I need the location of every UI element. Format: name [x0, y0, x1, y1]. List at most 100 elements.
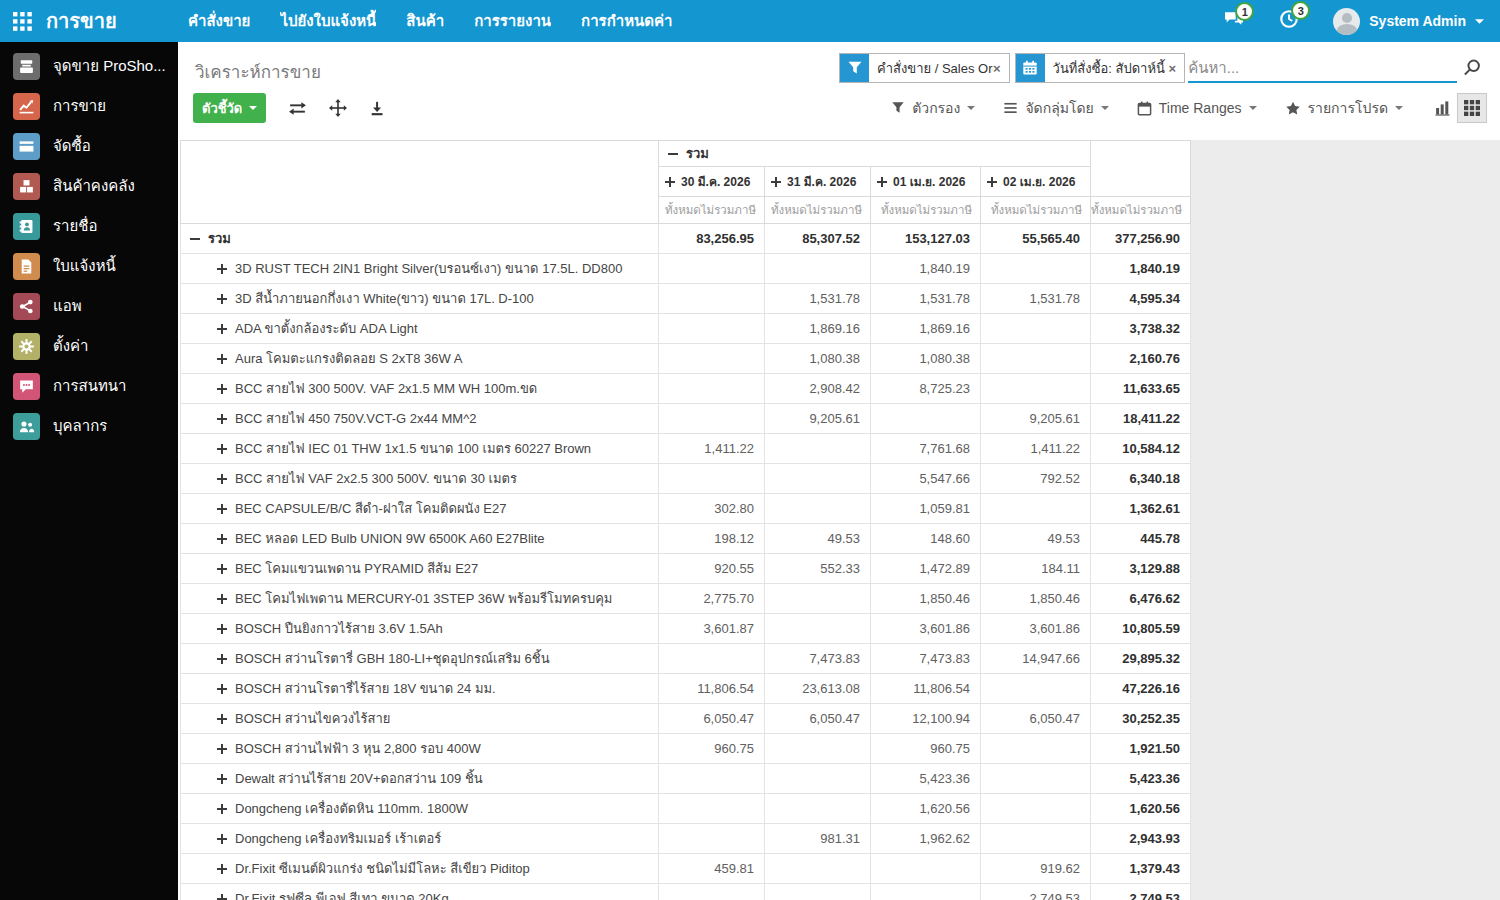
search-input[interactable]: [1188, 59, 1457, 76]
pivot-value-cell: 148.60: [871, 524, 981, 554]
flip-axis-icon[interactable]: [288, 101, 307, 116]
sidebar-item[interactable]: รายชื่อ: [0, 206, 178, 246]
favorites-dropdown[interactable]: รายการโปรด: [1285, 97, 1403, 119]
pivot-row-header[interactable]: Dongcheng เครื่องตัดหิน 110mm. 1800W: [181, 794, 659, 824]
pivot-value-cell: [981, 254, 1091, 284]
sidebar-item[interactable]: ใบแจ้งหนี้: [0, 246, 178, 286]
pivot-row-header[interactable]: BOSCH สว่านไขควงไร้สาย: [181, 704, 659, 734]
calendar-icon: [1016, 54, 1045, 82]
user-menu[interactable]: System Admin: [1333, 8, 1484, 35]
pivot-row-header[interactable]: BEC โคมแขวนเพดาน PYRAMID สีส้ม E27: [181, 554, 659, 584]
messages-button[interactable]: 1: [1223, 10, 1245, 32]
pivot-row-header[interactable]: Dewalt สว่านไร้สาย 20V+ดอกสว่าน 109 ชิ้น: [181, 764, 659, 794]
pivot-row-header-total[interactable]: รวม: [181, 224, 659, 254]
pivot-row-header[interactable]: BCC สายไฟ 450 750V.VCT-G 2x44 MM^2: [181, 404, 659, 434]
pivot-measure-header[interactable]: ทั้งหมดไม่รวมภาษี: [1091, 197, 1191, 224]
time-ranges-dropdown[interactable]: Time Ranges: [1137, 100, 1257, 116]
pivot-row-header[interactable]: BCC สายไฟ VAF 2x2.5 300 500V. ขนาด 30 เม…: [181, 464, 659, 494]
graph-view-button[interactable]: [1427, 93, 1457, 123]
download-icon[interactable]: [369, 100, 385, 117]
breadcrumb: วิเคราะห์การขาย: [195, 53, 321, 85]
pivot-value-cell: 981.31: [765, 824, 871, 854]
pivot-measure-header[interactable]: ทั้งหมดไม่รวมภาษี: [659, 197, 765, 224]
pivot-value-cell: [765, 734, 871, 764]
nav-menu-item[interactable]: การรายงาน: [474, 9, 551, 33]
row-label: Dongcheng เครื่องตัดหิน 110mm. 1800W: [235, 801, 468, 816]
pivot-value-cell: 6,340.18: [1091, 464, 1191, 494]
sidebar-item[interactable]: แอพ: [0, 286, 178, 326]
pivot-row-header[interactable]: Dr.Fixit ซีเมนต์ผิวแกร่ง ชนิดไม่มีโลหะ ส…: [181, 854, 659, 884]
pivot-value-cell: 3,738.32: [1091, 314, 1191, 344]
plus-icon: [877, 177, 887, 187]
pivot-column-header[interactable]: 30 มี.ค. 2026: [659, 167, 765, 197]
sidebar-item[interactable]: จัดซื้อ: [0, 126, 178, 166]
sidebar-item-label: จัดซื้อ: [53, 134, 91, 158]
employees-icon: [13, 413, 40, 440]
search-button[interactable]: [1457, 53, 1487, 83]
sidebar-item[interactable]: สินค้าคงคลัง: [0, 166, 178, 206]
sidebar-item[interactable]: ตั้งค่า: [0, 326, 178, 366]
pivot-value-cell: [765, 614, 871, 644]
pivot-row-header[interactable]: Dr.Fixit รูฟซีล พีเอฟ สีเทา ขนาด 20Kg.: [181, 884, 659, 900]
pivot-value-cell: 302.80: [659, 494, 765, 524]
app-title[interactable]: การขาย: [46, 5, 132, 37]
row-label: BOSCH ปืนยิงกาวไร้สาย 3.6V 1.5Ah: [235, 621, 443, 636]
pivot-row-header[interactable]: Aura โคมตะแกรงติดลอย S 2xT8 36W A: [181, 344, 659, 374]
pivot-column-header[interactable]: 01 เม.ย. 2026: [871, 167, 981, 197]
sidebar-item[interactable]: บุคลากร: [0, 406, 178, 446]
pivot-value-cell: 9,205.61: [981, 404, 1091, 434]
pivot-value-cell: [659, 884, 765, 900]
pivot-value-cell: 1,531.78: [871, 284, 981, 314]
pivot-value-cell: 6,050.47: [659, 704, 765, 734]
pivot-row-header[interactable]: BEC CAPSULE/B/C สีดำ-ฝาใส โคมติดผนัง E27: [181, 494, 659, 524]
sidebar-item[interactable]: การขาย: [0, 86, 178, 126]
pivot-row: Dongcheng เครื่องตัดหิน 110mm. 1800W1,62…: [181, 794, 1191, 824]
pivot-measure-header[interactable]: ทั้งหมดไม่รวมภาษี: [765, 197, 871, 224]
pivot-row-header[interactable]: BEC หลอด LED Bulb UNION 9W 6500K A60 E27…: [181, 524, 659, 554]
pivot-row-header[interactable]: Dongcheng เครื่องทริมเมอร์ เร้าเตอร์: [181, 824, 659, 854]
pivot-column-group-header[interactable]: รวม: [659, 141, 1091, 167]
pivot-column-header[interactable]: 31 มี.ค. 2026: [765, 167, 871, 197]
pivot-row-header[interactable]: 3D สีน้ำภายนอกกึ่งเงา White(ขาว) ขนาด 17…: [181, 284, 659, 314]
pivot-value-cell: 377,256.90: [1091, 224, 1191, 254]
filters-dropdown[interactable]: ตัวกรอง: [891, 97, 975, 119]
pivot-view-button[interactable]: [1457, 93, 1487, 123]
pivot-value-cell: 10,584.12: [1091, 434, 1191, 464]
facet-remove-icon[interactable]: ×: [993, 61, 1009, 76]
pivot-row: Dr.Fixit รูฟซีล พีเอฟ สีเทา ขนาด 20Kg.2,…: [181, 884, 1191, 900]
sidebar-item[interactable]: การสนทนา: [0, 366, 178, 406]
pivot-value-cell: 1,840.19: [871, 254, 981, 284]
pivot-row-header[interactable]: 3D RUST TECH 2IN1 Bright Silver(บรอนซ์เง…: [181, 254, 659, 284]
pivot-row-header[interactable]: BOSCH ปืนยิงกาวไร้สาย 3.6V 1.5Ah: [181, 614, 659, 644]
measures-button[interactable]: ตัวชี้วัด: [193, 93, 266, 123]
view-switcher: [1427, 93, 1487, 123]
nav-menu-item[interactable]: การกำหนดค่า: [581, 9, 672, 33]
sidebar-item[interactable]: จุดขาย ProSho...: [0, 46, 178, 86]
pivot-column-header[interactable]: 02 เม.ย. 2026: [981, 167, 1091, 197]
nav-menu-item[interactable]: คำสั่งขาย: [188, 9, 250, 33]
pivot-row-header[interactable]: BCC สายไฟ 300 500V. VAF 2x1.5 MM WH 100m…: [181, 374, 659, 404]
plus-icon: [217, 864, 227, 874]
pivot-value-cell: [981, 824, 1091, 854]
pivot-measure-header[interactable]: ทั้งหมดไม่รวมภาษี: [981, 197, 1091, 224]
expand-all-icon[interactable]: [329, 99, 347, 117]
pivot-row-header[interactable]: BOSCH สว่านโรตารี่ไร้สาย 18V ขนาด 24 มม.: [181, 674, 659, 704]
pivot-row-header[interactable]: BOSCH สว่านโรตารี่ GBH 180-LI+ชุดอุปกรณ์…: [181, 644, 659, 674]
pivot-row-header[interactable]: BCC สายไฟ IEC 01 THW 1x1.5 ขนาด 100 เมตร…: [181, 434, 659, 464]
pivot-row-header[interactable]: ADA ขาตั้งกล้องระดับ ADA Light: [181, 314, 659, 344]
search-facet[interactable]: คำสั่งขาย / Sales Order×: [839, 53, 1010, 83]
search-facet[interactable]: วันที่สั่งซื้อ: สัปดาห์นี้×: [1015, 53, 1186, 83]
pivot-value-cell: [659, 344, 765, 374]
nav-menu-item[interactable]: ไปยังใบแจ้งหนี้: [280, 9, 376, 33]
pivot-row: BOSCH สว่านไฟฟ้า 3 หุน 2,800 รอบ 400W960…: [181, 734, 1191, 764]
pivot-row-header[interactable]: BEC โคมไฟเพดาน MERCURY-01 3STEP 36W พร้อ…: [181, 584, 659, 614]
activities-button[interactable]: 3: [1279, 9, 1299, 33]
facet-remove-icon[interactable]: ×: [1169, 61, 1185, 76]
pivot-value-cell: [659, 284, 765, 314]
pivot-measure-header[interactable]: ทั้งหมดไม่รวมภาษี: [871, 197, 981, 224]
pivot-row-header[interactable]: BOSCH สว่านไฟฟ้า 3 หุน 2,800 รอบ 400W: [181, 734, 659, 764]
nav-menu-item[interactable]: สินค้า: [406, 9, 444, 33]
apps-menu-icon[interactable]: [0, 0, 44, 42]
row-label: Dewalt สว่านไร้สาย 20V+ดอกสว่าน 109 ชิ้น: [235, 771, 483, 786]
groupby-dropdown[interactable]: จัดกลุ่มโดย: [1003, 97, 1108, 119]
